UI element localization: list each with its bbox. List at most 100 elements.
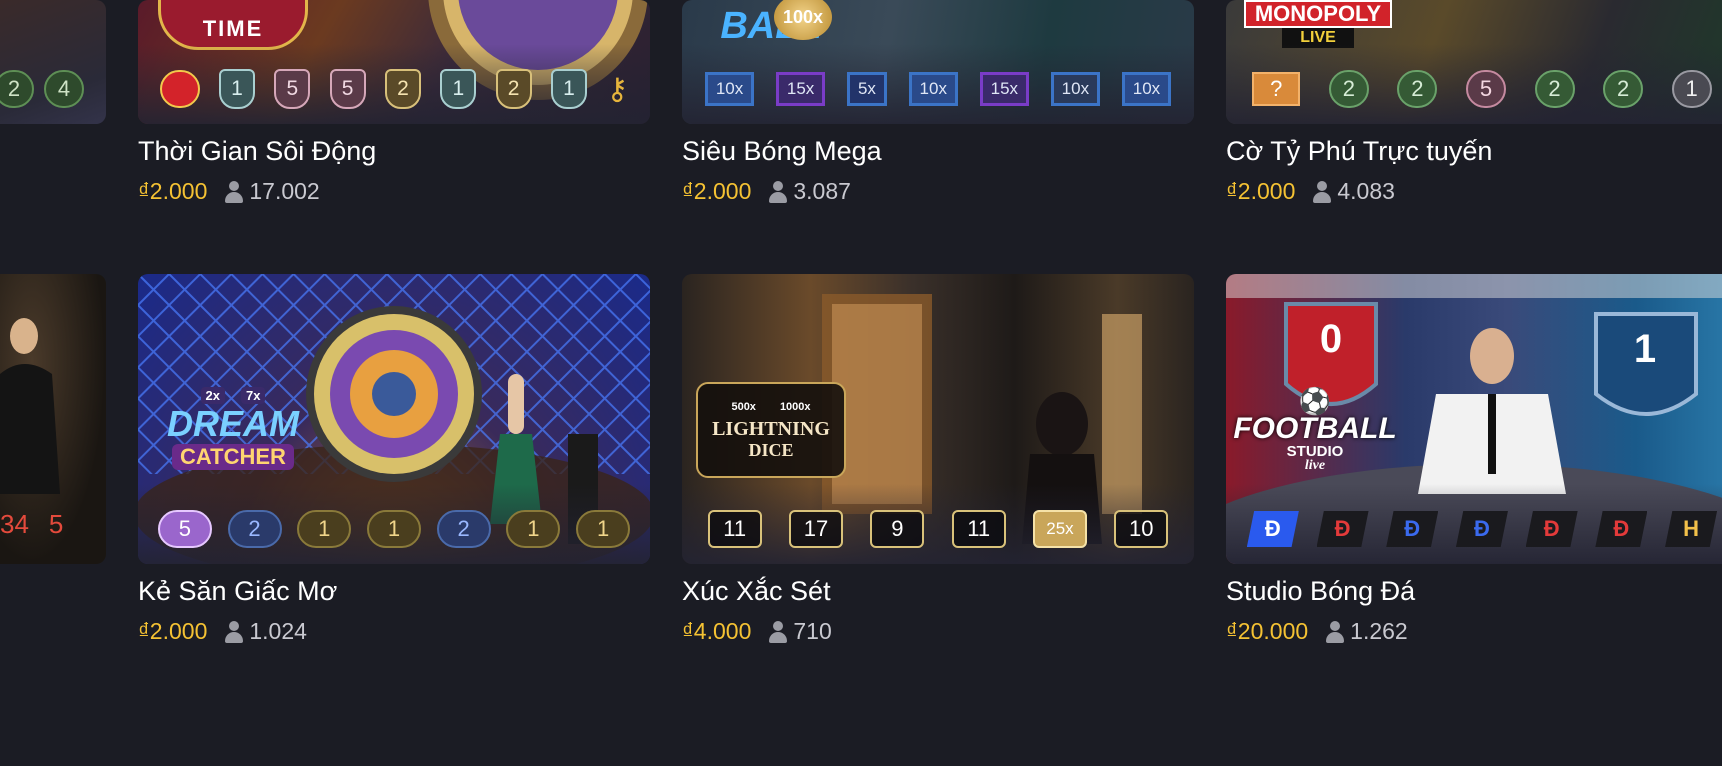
game-meta: ₫20.000 1.262 <box>1226 618 1408 645</box>
result-chip: 1 <box>506 510 561 548</box>
crazy-time-logo: TIME <box>158 0 308 50</box>
key-icon: ⚷ <box>606 72 629 106</box>
result-chip: 11 <box>707 510 762 548</box>
result-chip: 5 <box>1465 70 1506 108</box>
game-meta: ₫2.000 17.002 <box>138 178 320 205</box>
crazy-time-icon <box>159 70 200 108</box>
result-chip: 5 <box>329 69 366 109</box>
result-chip: 5 <box>157 510 212 548</box>
game-card-crazy-time[interactable]: TIME 1 5 5 2 1 2 1 ⚷ Thời Gian Sôi Động … <box>138 0 650 204</box>
result-number: 5 <box>48 509 64 539</box>
result-chip: 2 <box>0 70 34 108</box>
result-chip: Đ <box>1595 511 1648 547</box>
game-meta: ₫2.000 1.024 <box>138 618 307 645</box>
result-chip: 1 <box>1671 70 1712 108</box>
result-chip: 2 <box>1328 70 1369 108</box>
partial-game-thumbnail-top[interactable]: 2 4 <box>0 0 106 124</box>
game-meta: ₫2.000 4.083 <box>1226 178 1395 205</box>
game-title[interactable]: Thời Gian Sôi Động <box>138 136 376 167</box>
min-bet: ₫2.000 <box>1226 178 1296 204</box>
result-chip: Đ <box>1455 511 1508 547</box>
player-count: 4.083 <box>1313 178 1395 205</box>
result-chip: 17 <box>788 510 843 548</box>
result-chip: 5 <box>274 69 311 109</box>
result-chip: 25x <box>1032 510 1087 548</box>
player-count: 1.262 <box>1326 618 1408 645</box>
result-chip: 10x <box>704 72 755 106</box>
result-chip: 5x <box>846 72 887 106</box>
football-studio-logo: ⚽ FOOTBALL STUDIO live <box>1233 385 1397 473</box>
user-icon <box>225 620 244 643</box>
player-count: 3.087 <box>769 178 851 205</box>
results-strip: ? 2 2 5 2 2 1 <box>1226 67 1722 111</box>
result-chip: 11 <box>951 510 1006 548</box>
game-card-football-studio[interactable]: 0 1 ⚽ FOOTBALL STUDIO live Đ Đ Đ Đ Đ Đ H… <box>1226 274 1722 644</box>
game-meta: ₫4.000 710 <box>682 618 832 645</box>
game-title[interactable]: Kẻ Săn Giấc Mơ <box>138 576 337 607</box>
min-bet: ₫2.000 <box>682 178 752 204</box>
game-thumbnail[interactable]: MONOPOLY LIVE ? 2 2 5 2 2 1 <box>1226 0 1722 124</box>
min-bet: ₫2.000 <box>138 618 208 644</box>
results-strip: 11 17 9 11 25x 10 <box>682 507 1194 551</box>
shield-left-number: 0 <box>1319 317 1343 361</box>
lightning-dice-logo: 500x 1000x LIGHTNING DICE <box>696 382 846 478</box>
result-chip: 10 <box>1114 510 1169 548</box>
result-chip: 15x <box>775 72 826 106</box>
result-chip: 1 <box>297 510 352 548</box>
result-number: 34 <box>0 509 29 539</box>
result-chip: 4 <box>44 70 84 108</box>
user-icon <box>1313 180 1332 203</box>
result-chip: 2 <box>436 510 491 548</box>
result-chip: H <box>1665 511 1718 547</box>
result-chip: 1 <box>440 69 477 109</box>
game-thumbnail[interactable]: TIME 1 5 5 2 1 2 1 ⚷ <box>138 0 650 124</box>
game-thumbnail[interactable]: BALL 100x 10x 15x 5x 10x 15x 10x 10x <box>682 0 1194 124</box>
game-title[interactable]: Xúc Xắc Sét <box>682 576 831 607</box>
game-card-mega-ball[interactable]: BALL 100x 10x 15x 5x 10x 15x 10x 10x Siê… <box>682 0 1194 204</box>
min-bet: ₫4.000 <box>682 618 752 644</box>
result-chip: 10x <box>1050 72 1101 106</box>
user-icon <box>225 180 244 203</box>
result-chip: 9 <box>870 510 925 548</box>
result-chip: 2 <box>384 69 421 109</box>
user-icon <box>1326 620 1345 643</box>
result-chip: 1 <box>218 69 255 109</box>
result-chip: 10x <box>908 72 958 106</box>
football-icon: ⚽ <box>1298 385 1332 416</box>
result-chip: ? <box>1252 72 1301 106</box>
game-card-dream-catcher[interactable]: 2x 7x DREAM CATCHER 5 2 1 1 2 1 1 Kẻ Săn… <box>138 274 650 644</box>
result-chip: 2 <box>227 510 282 548</box>
result-chip: Đ <box>1386 511 1439 547</box>
result-chip: 1 <box>366 510 421 548</box>
user-icon <box>769 180 788 203</box>
game-card-monopoly-live[interactable]: MONOPOLY LIVE ? 2 2 5 2 2 1 Cờ Tỷ Phú Tr… <box>1226 0 1722 204</box>
game-thumbnail[interactable]: 2x 7x DREAM CATCHER 5 2 1 1 2 1 1 <box>138 274 650 564</box>
player-count: 1.024 <box>225 618 307 645</box>
result-chip: 1 <box>550 69 587 109</box>
results-strip: 10x 15x 5x 10x 15x 10x 10x <box>682 67 1194 111</box>
result-chip: 2 <box>1603 70 1644 108</box>
monopoly-logo: MONOPOLY <box>1244 0 1392 28</box>
player-count: 710 <box>769 618 832 645</box>
partial-game-thumbnail-bottom[interactable]: 34 5 <box>0 274 106 564</box>
player-count: 17.002 <box>225 178 320 205</box>
result-chip: 2 <box>1534 70 1575 108</box>
min-bet: ₫2.000 <box>138 178 208 204</box>
results-strip: 5 2 1 1 2 1 1 <box>138 507 650 551</box>
user-icon <box>769 620 788 643</box>
game-thumbnail[interactable]: 0 1 ⚽ FOOTBALL STUDIO live Đ Đ Đ Đ Đ Đ H <box>1226 274 1722 564</box>
game-thumbnail[interactable]: 500x 1000x LIGHTNING DICE 11 17 9 11 25x… <box>682 274 1194 564</box>
min-bet: ₫20.000 <box>1226 618 1309 644</box>
result-chip: 2 <box>1397 70 1438 108</box>
game-title[interactable]: Siêu Bóng Mega <box>682 136 882 167</box>
game-meta: ₫2.000 3.087 <box>682 178 851 205</box>
shield-right-number: 1 <box>1633 327 1657 371</box>
result-chip: Đ <box>1316 511 1369 547</box>
game-title[interactable]: Cờ Tỷ Phú Trực tuyến <box>1226 136 1492 167</box>
game-card-lightning-dice[interactable]: 500x 1000x LIGHTNING DICE 11 17 9 11 25x… <box>682 274 1194 644</box>
result-chip: 15x <box>979 72 1030 106</box>
results-strip: 1 5 5 2 1 2 1 ⚷ <box>138 67 650 111</box>
result-chip: 10x <box>1121 72 1172 106</box>
game-title[interactable]: Studio Bóng Đá <box>1226 576 1415 607</box>
result-chip: Đ <box>1525 511 1578 547</box>
